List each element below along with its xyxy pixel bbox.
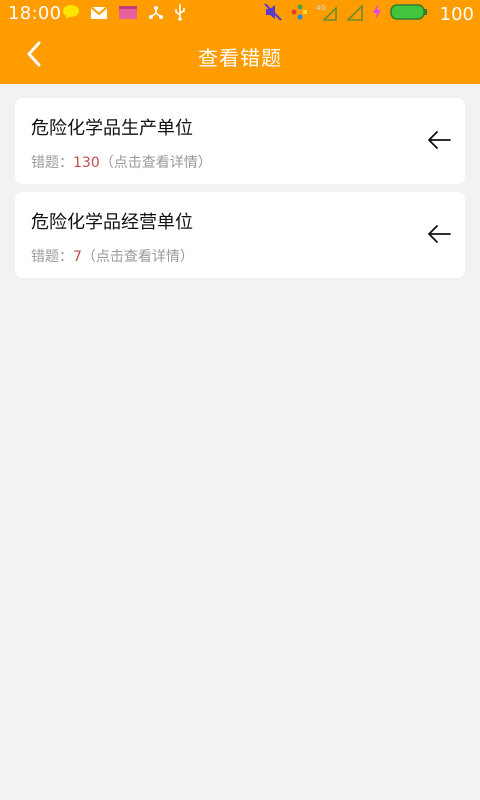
page-title: 查看错题	[198, 46, 282, 70]
calendar-icon	[118, 4, 138, 24]
list-item-title: 危险化学品经营单位	[31, 212, 193, 233]
app-bar: 查看错题	[0, 28, 480, 84]
4g-signal-icon: 4G	[316, 2, 338, 26]
usb-icon	[174, 3, 186, 25]
charging-icon	[372, 3, 382, 25]
status-time: 18:00	[8, 3, 62, 24]
arrow-left-icon	[427, 224, 451, 244]
list-item[interactable]: 危险化学品生产单位 错题：130（点击查看详情）	[15, 98, 465, 184]
count-label: 错题：	[31, 155, 73, 171]
battery-percent: 100	[439, 3, 474, 25]
count-label: 错题：	[31, 249, 73, 265]
network-icon	[290, 3, 308, 25]
svg-text:4G: 4G	[316, 4, 326, 12]
status-icons-right: 4G 100	[263, 2, 474, 26]
chat-bubble-icon	[62, 4, 80, 24]
list-item-subtitle: 错题：130（点击查看详情）	[31, 152, 212, 172]
status-icons-left	[62, 4, 186, 24]
count-value: 130	[73, 155, 100, 171]
battery-icon	[389, 3, 428, 25]
list-item-subtitle: 错题：7（点击查看详情）	[31, 246, 194, 266]
detail-hint: （点击查看详情）	[99, 155, 212, 171]
list-item[interactable]: 危险化学品经营单位 错题：7（点击查看详情）	[15, 192, 465, 278]
mute-icon	[263, 3, 282, 25]
count-value: 7	[73, 249, 82, 265]
wrong-question-list: 危险化学品生产单位 错题：130（点击查看详情） 危险化学品经营单位 错题：7（…	[15, 98, 465, 286]
list-item-title: 危险化学品生产单位	[31, 118, 193, 139]
mail-icon	[90, 5, 108, 24]
detail-hint: （点击查看详情）	[81, 249, 194, 265]
signal-icon	[345, 2, 364, 26]
arrow-left-icon	[427, 130, 451, 150]
status-bar: 18:00 4G 100	[0, 0, 480, 28]
share-network-icon	[148, 4, 164, 24]
